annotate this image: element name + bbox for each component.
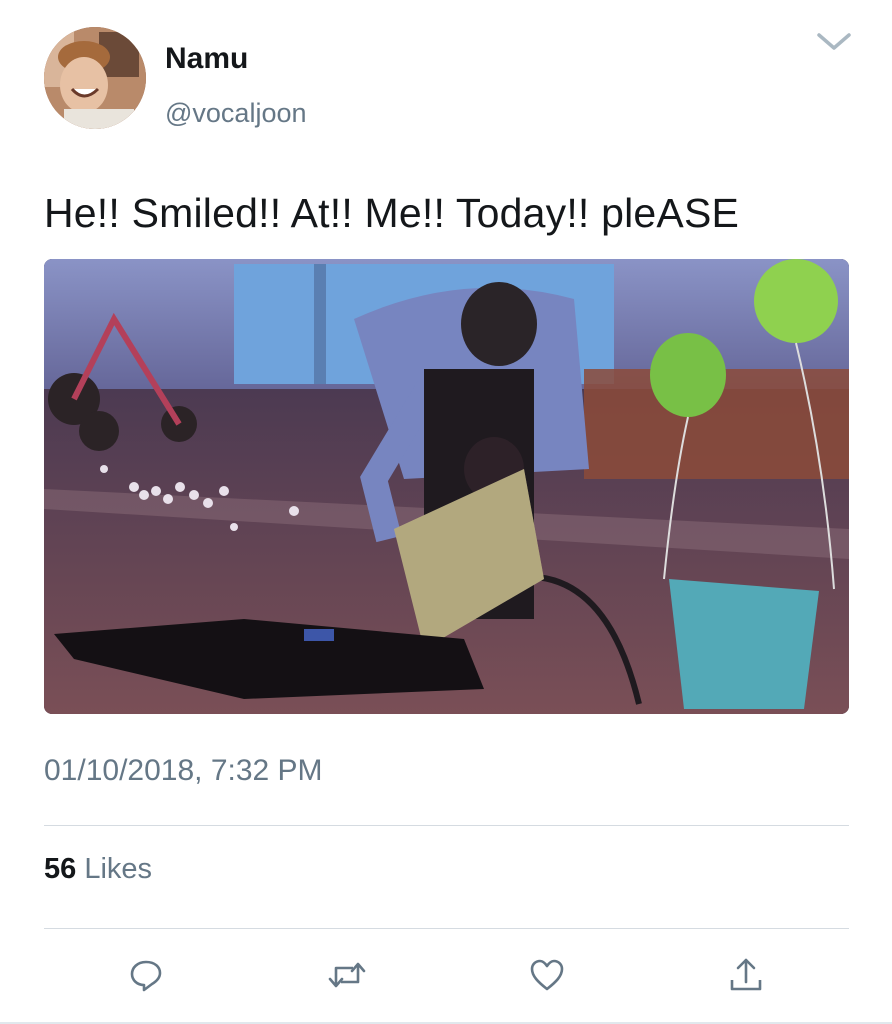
divider [44,825,849,826]
user-handle[interactable]: @vocaljoon [165,98,307,129]
reply-button[interactable] [124,955,168,999]
display-name[interactable]: Namu [165,42,248,76]
tweet-text: He!! Smiled!! At!! Me!! Today!! pleASE [44,190,740,236]
share-button[interactable] [724,955,768,999]
tweet-media-image[interactable] [44,259,849,714]
likes-count: 56 [44,853,77,885]
likes-stat[interactable]: 56 Likes [44,853,152,886]
like-button[interactable] [525,955,569,999]
retweet-button[interactable] [325,955,369,999]
share-icon [727,956,765,999]
divider [44,928,849,929]
tweet-timestamp[interactable]: 01/10/2018, 7:32 PM [44,754,323,788]
heart-icon [528,957,566,998]
chevron-down-icon[interactable] [816,30,852,54]
likes-label: Likes [84,853,153,885]
tweet-card: Namu @vocaljoon He!! Smiled!! At!! Me!! … [0,0,892,1024]
retweet-icon [327,957,367,998]
reply-icon [128,957,164,998]
avatar[interactable] [44,27,146,129]
